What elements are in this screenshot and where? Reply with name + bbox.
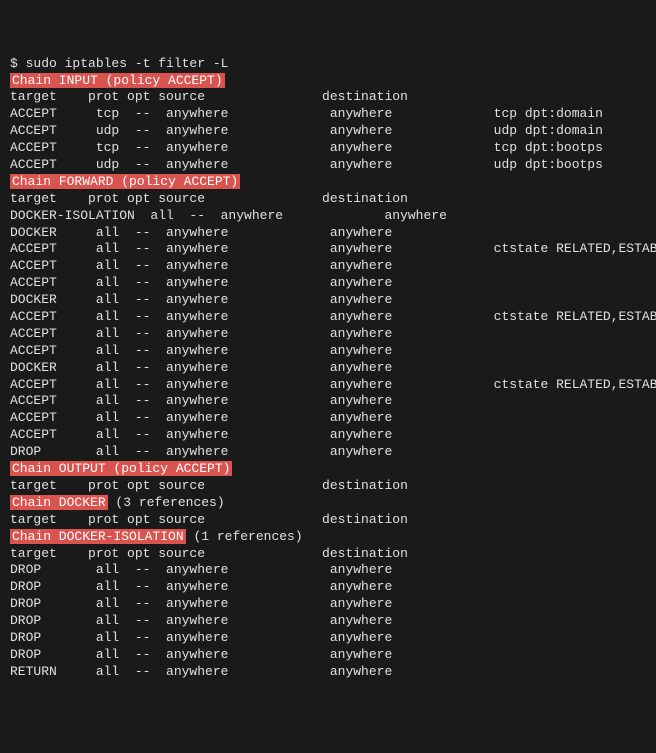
chain-input-rows: ACCEPT tcp -- anywhere anywhere tcp dpt:… [10, 106, 646, 174]
chain-forward-title: Chain FORWARD (policy ACCEPT) [10, 174, 240, 189]
column-headers: target prot opt source destination [10, 191, 408, 206]
chain-input-title: Chain INPUT (policy ACCEPT) [10, 73, 225, 88]
column-headers: target prot opt source destination [10, 512, 408, 527]
chain-docker-isolation-title: Chain DOCKER-ISOLATION [10, 529, 186, 544]
chain-docker-ref: (3 references) [108, 495, 225, 510]
column-headers: target prot opt source destination [10, 478, 408, 493]
command-line: $ sudo iptables -t filter -L [10, 56, 228, 71]
chain-docker-isolation-rows: DROP all -- anywhere anywhere DROP all -… [10, 562, 646, 680]
column-headers: target prot opt source destination [10, 546, 408, 561]
column-headers: target prot opt source destination [10, 89, 408, 104]
terminal-output: $ sudo iptables -t filter -L Chain INPUT… [10, 56, 646, 681]
chain-docker-isolation-ref: (1 references) [186, 529, 303, 544]
chain-docker-title: Chain DOCKER [10, 495, 108, 510]
chain-forward-rows: DOCKER-ISOLATION all -- anywhere anywher… [10, 208, 646, 461]
chain-output-title: Chain OUTPUT (policy ACCEPT) [10, 461, 232, 476]
